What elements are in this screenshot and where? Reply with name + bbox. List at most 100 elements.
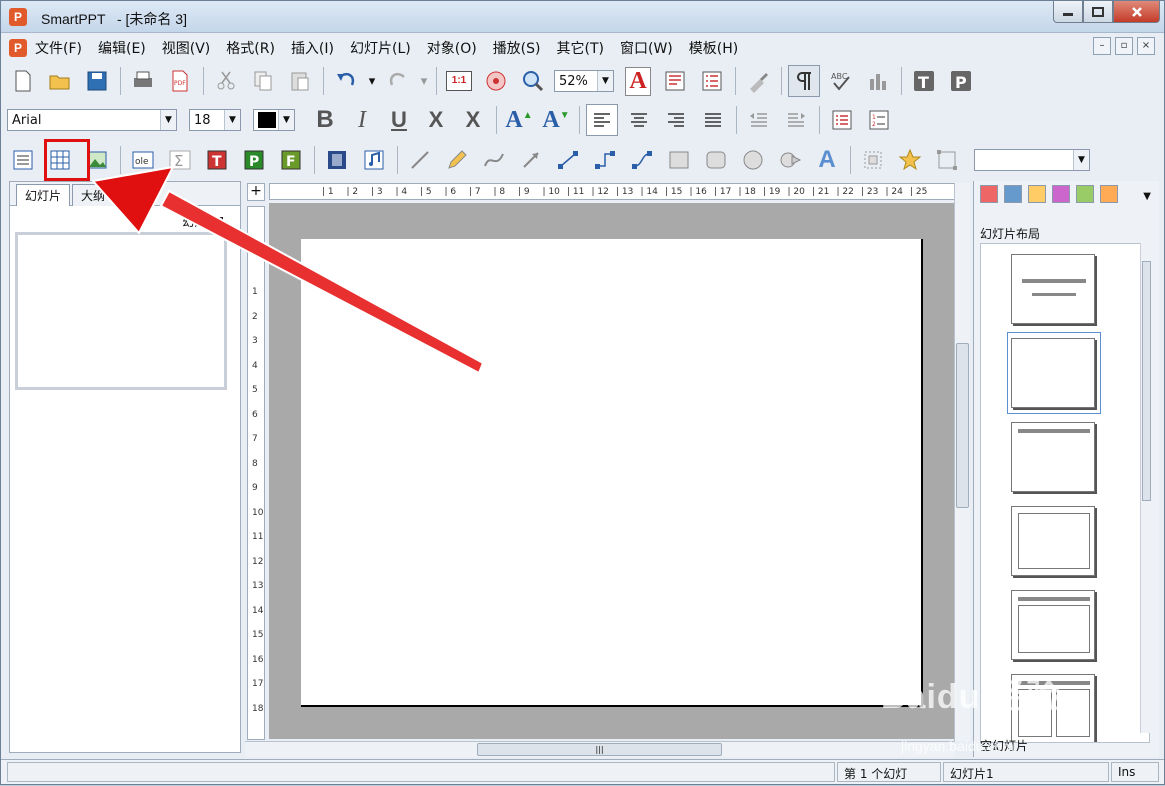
layout-content[interactable] [1011, 506, 1095, 576]
shrink-font-button[interactable]: A▼ [540, 104, 572, 136]
tab-outline[interactable]: 大纲 [72, 184, 115, 206]
menu-file[interactable]: 文件(F) [35, 38, 82, 58]
statistics-button[interactable] [862, 65, 894, 97]
menu-insert[interactable]: 插入(I) [291, 38, 334, 58]
design-tab-icon[interactable] [1004, 185, 1022, 203]
insert-p-frame-button[interactable]: P [238, 144, 270, 176]
panel-dropdown-icon[interactable]: ▼ [1143, 191, 1151, 202]
bullets-format-button[interactable] [696, 65, 728, 97]
color-scheme-icon[interactable] [1028, 185, 1046, 203]
text-mode-button[interactable]: T [908, 65, 940, 97]
show-formatting-button[interactable] [788, 65, 820, 97]
spell-check-button[interactable]: ABC [825, 65, 857, 97]
close-button[interactable] [1113, 1, 1160, 23]
slide-thumbnail[interactable] [15, 232, 227, 390]
insert-audio-button[interactable] [358, 144, 390, 176]
insert-ole-button[interactable]: ole [127, 144, 159, 176]
draw-rounded-rect-button[interactable] [700, 144, 732, 176]
redo-dropdown[interactable]: ▾ [419, 65, 429, 97]
insert-wordart-button[interactable]: A [811, 144, 843, 176]
bold-button[interactable]: B [309, 104, 341, 136]
layout-title-content[interactable] [1011, 590, 1095, 660]
draw-arrow-button[interactable] [515, 144, 547, 176]
paste-button[interactable] [284, 65, 316, 97]
paragraph-format-button[interactable] [659, 65, 691, 97]
redo-button[interactable] [382, 65, 414, 97]
undo-button[interactable] [330, 65, 362, 97]
menu-template[interactable]: 模板(H) [689, 38, 738, 58]
draw-line-button[interactable] [404, 144, 436, 176]
doc-minimize-button[interactable]: – [1093, 37, 1111, 55]
group-button[interactable] [857, 144, 889, 176]
shadow-button[interactable]: X [457, 104, 489, 136]
draw-ellipse-button[interactable] [737, 144, 769, 176]
layout-title-slide[interactable] [1011, 254, 1095, 324]
horizontal-scrollbar[interactable]: ||| [245, 741, 955, 757]
maximize-button[interactable] [1083, 1, 1113, 23]
copy-button[interactable] [247, 65, 279, 97]
open-button[interactable] [44, 65, 76, 97]
insert-text-frame-button[interactable]: T [201, 144, 233, 176]
font-size-select[interactable]: 18 ▼ [189, 109, 241, 131]
increase-indent-button[interactable] [780, 104, 812, 136]
font-color-button[interactable]: A [622, 65, 654, 97]
insert-formula-button[interactable]: Σ [164, 144, 196, 176]
connector-curved-button[interactable] [626, 144, 658, 176]
print-button[interactable] [127, 65, 159, 97]
draw-curve-button[interactable] [478, 144, 510, 176]
menu-window[interactable]: 窗口(W) [620, 38, 673, 58]
properties-tab-icon[interactable] [1100, 185, 1118, 203]
menu-edit[interactable]: 编辑(E) [98, 38, 146, 58]
insert-text-box-button[interactable] [7, 144, 39, 176]
picture-mode-button[interactable]: P [945, 65, 977, 97]
justify-button[interactable] [697, 104, 729, 136]
format-painter-button[interactable] [742, 65, 774, 97]
horizontal-scroll-thumb[interactable]: ||| [477, 743, 722, 756]
tab-slides[interactable]: 幻灯片 [16, 184, 71, 206]
transition-tab-icon[interactable] [1076, 185, 1094, 203]
font-family-select[interactable]: Arial ▼ [7, 109, 177, 131]
favorites-button[interactable] [894, 144, 926, 176]
animation-tab-icon[interactable] [1052, 185, 1070, 203]
zoom-button[interactable] [517, 65, 549, 97]
undo-dropdown[interactable]: ▾ [367, 65, 377, 97]
text-color-select[interactable]: ▼ [253, 109, 295, 131]
zoom-select[interactable]: 52% ▼ [554, 70, 614, 92]
menu-slide[interactable]: 幻灯片(L) [350, 38, 411, 58]
layout-title-only[interactable] [1011, 422, 1095, 492]
layout-scrollbar[interactable] [1140, 243, 1152, 733]
export-pdf-button[interactable]: PDF [164, 65, 196, 97]
strikethrough-button[interactable]: X [420, 104, 452, 136]
bullet-list-button[interactable] [826, 104, 858, 136]
actual-size-button[interactable]: 1:1 [443, 65, 475, 97]
draw-rectangle-button[interactable] [663, 144, 695, 176]
decrease-indent-button[interactable] [743, 104, 775, 136]
select-frame-button[interactable] [931, 144, 963, 176]
underline-button[interactable]: U [383, 104, 415, 136]
ruler-corner[interactable]: + [247, 183, 265, 201]
minimize-button[interactable] [1053, 1, 1083, 23]
connector-elbow-button[interactable] [589, 144, 621, 176]
insert-f-frame-button[interactable]: F [275, 144, 307, 176]
vertical-scroll-thumb[interactable] [956, 343, 969, 508]
draw-shapes-button[interactable] [774, 144, 806, 176]
style-select[interactable]: ▼ [974, 149, 1090, 171]
menu-other[interactable]: 其它(T) [557, 38, 604, 58]
align-center-button[interactable] [623, 104, 655, 136]
grow-font-button[interactable]: A▲ [503, 104, 535, 136]
cut-button[interactable] [210, 65, 242, 97]
menu-format[interactable]: 格式(R) [226, 38, 275, 58]
layout-tab-icon[interactable] [980, 185, 998, 203]
numbered-list-button[interactable]: 12 [863, 104, 895, 136]
connector-straight-button[interactable] [552, 144, 584, 176]
draw-freehand-button[interactable] [441, 144, 473, 176]
doc-close-button[interactable]: × [1137, 37, 1155, 55]
layout-blank[interactable] [1011, 338, 1095, 408]
save-button[interactable] [81, 65, 113, 97]
vertical-scrollbar[interactable] [954, 183, 970, 741]
new-button[interactable] [7, 65, 39, 97]
align-right-button[interactable] [660, 104, 692, 136]
menu-play[interactable]: 播放(S) [493, 38, 541, 58]
zoom-fit-button[interactable] [480, 65, 512, 97]
italic-button[interactable]: I [346, 104, 378, 136]
